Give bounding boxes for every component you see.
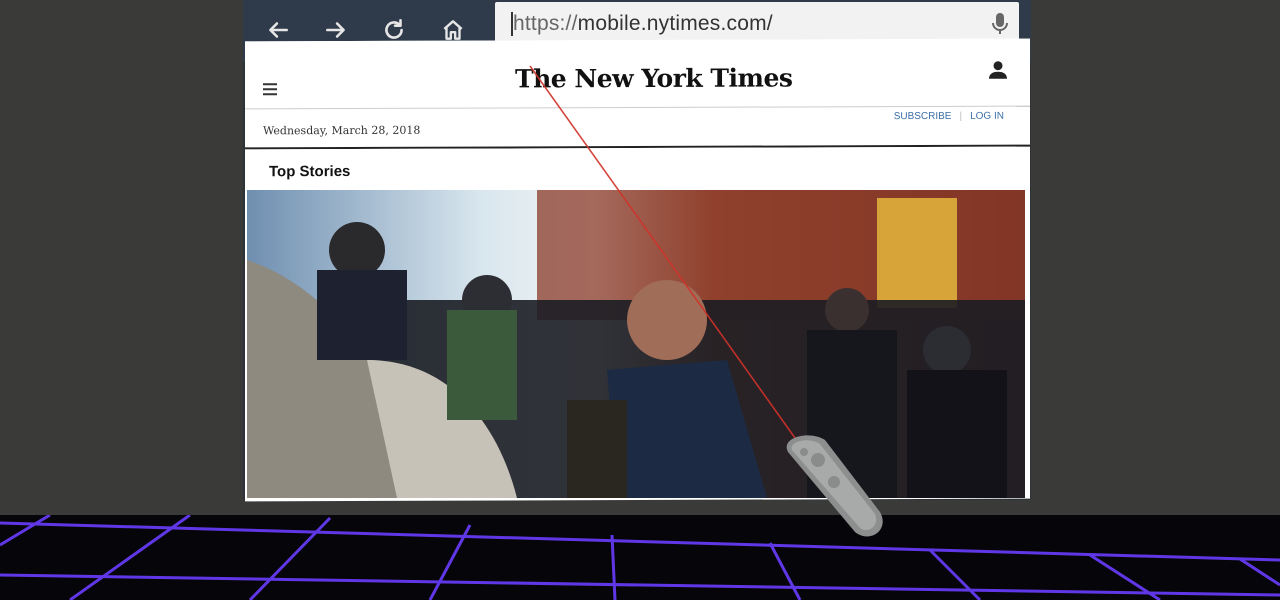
hamburger-menu-icon[interactable] <box>263 83 277 96</box>
account-links: SUBSCRIBE | LOG IN <box>894 111 1004 122</box>
site-logo[interactable]: The New York Times <box>515 63 792 93</box>
vr-grid-floor <box>0 515 1280 600</box>
vr-controller <box>786 435 883 537</box>
user-icon[interactable] <box>988 60 1008 80</box>
site-header: The New York Times Wednesday, March 28, … <box>245 38 1030 150</box>
photo-illustration <box>247 190 1025 498</box>
microphone-icon[interactable] <box>991 12 1009 36</box>
section-title[interactable]: Top Stories <box>269 163 350 180</box>
home-icon <box>443 20 463 40</box>
subscribe-link[interactable]: SUBSCRIBE <box>894 111 952 122</box>
date-line: Wednesday, March 28, 2018 <box>263 123 421 138</box>
back-arrow-icon <box>269 22 288 38</box>
url-text: https://mobile.nytimes.com/ <box>513 12 773 35</box>
link-separator: | <box>959 110 963 122</box>
lead-story-photo[interactable] <box>247 190 1025 498</box>
header-divider <box>245 105 1030 110</box>
forward-arrow-icon <box>326 22 345 38</box>
login-link[interactable]: LOG IN <box>970 111 1004 122</box>
reload-icon <box>385 18 403 39</box>
